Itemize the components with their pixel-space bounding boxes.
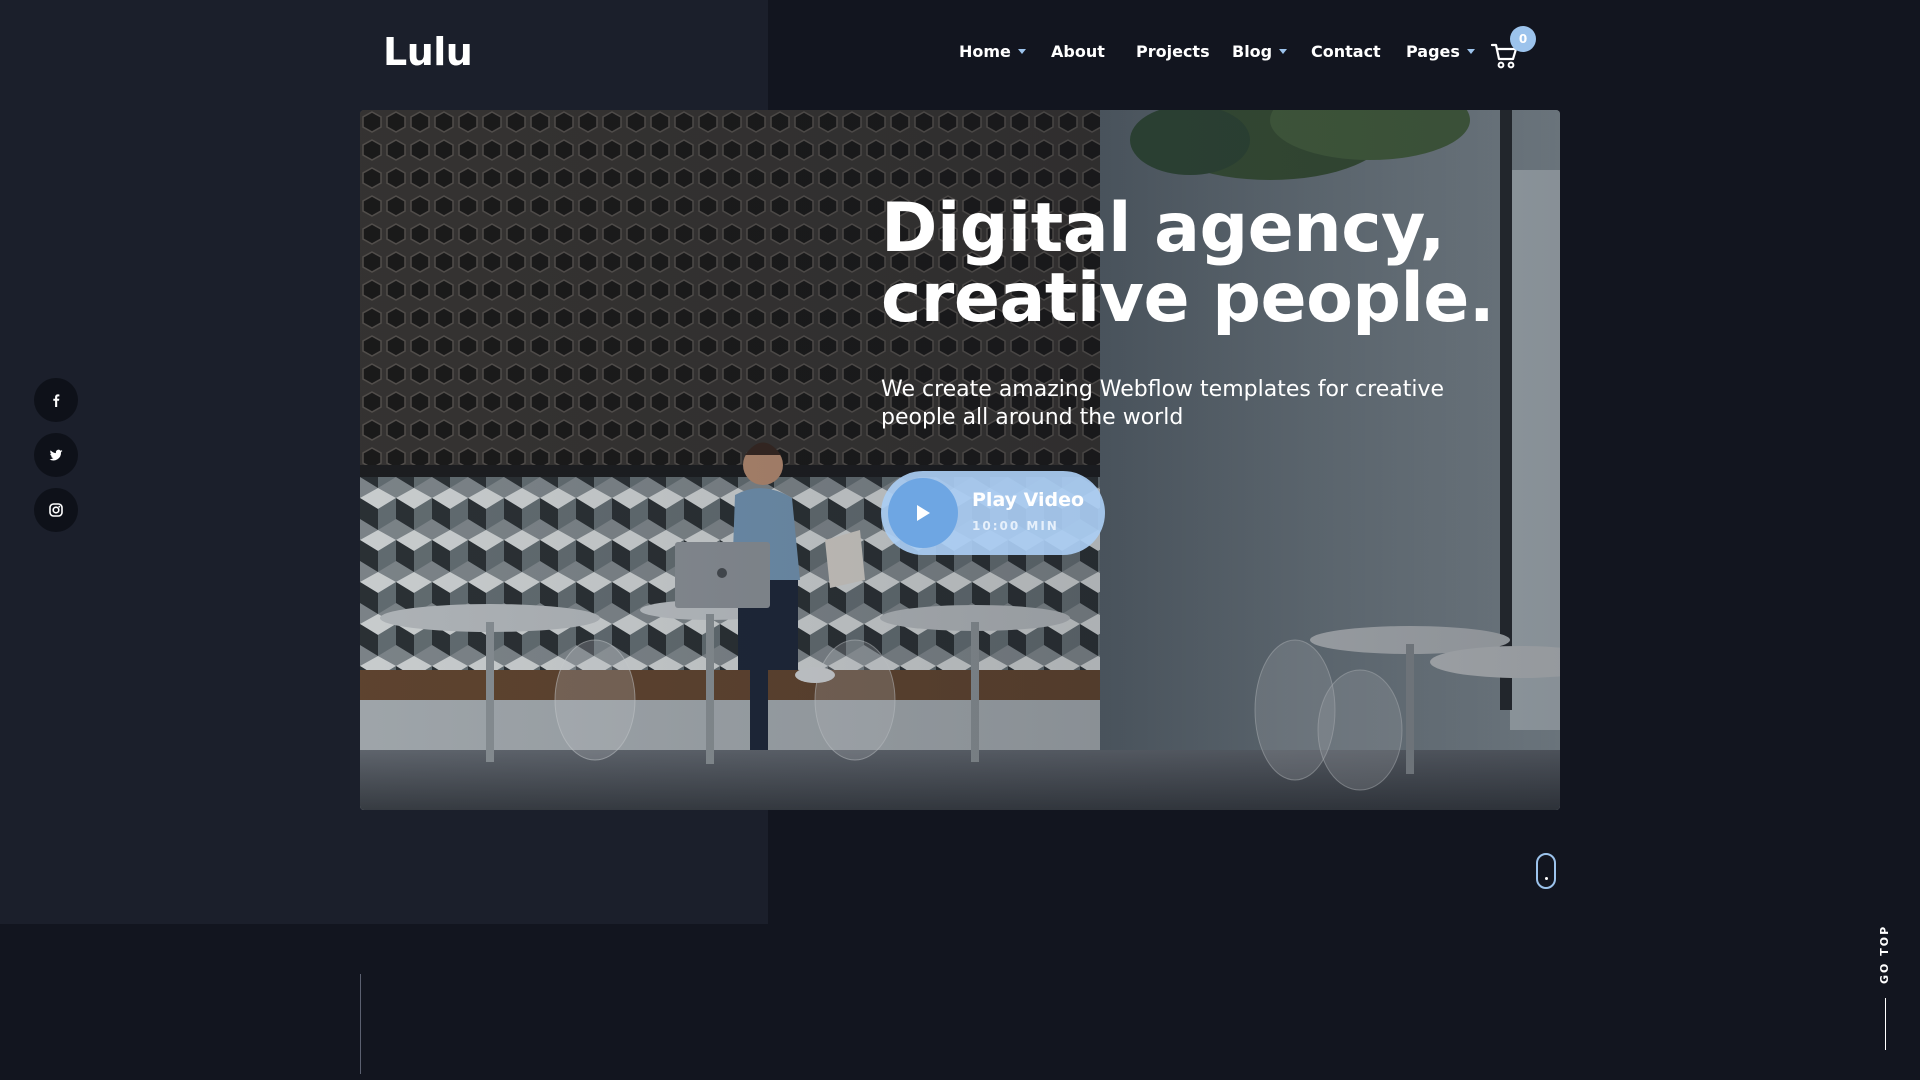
chevron-down-icon <box>1279 49 1288 54</box>
nav-item-pages[interactable]: Pages <box>1406 42 1475 61</box>
nav-item-home[interactable]: Home <box>959 42 1026 61</box>
play-icon <box>888 478 958 548</box>
facebook-icon <box>53 394 60 407</box>
go-top-label: GO TOP <box>1878 924 1891 984</box>
instagram-icon <box>49 503 63 517</box>
nav-item-blog[interactable]: Blog <box>1232 42 1288 61</box>
hero-title: Digital agency, creative people. <box>881 194 1541 334</box>
instagram-link[interactable] <box>34 488 78 532</box>
mouse-scroll-dot <box>1545 877 1548 880</box>
nav-item-about[interactable]: About <box>1051 42 1105 61</box>
play-video-button[interactable]: Play Video 10:00 MIN <box>881 471 1105 555</box>
nav-item-about-label: About <box>1051 42 1105 61</box>
nav-item-home-label: Home <box>959 42 1011 61</box>
hero-title-line-1: Digital agency, <box>881 189 1445 268</box>
go-top-button[interactable]: GO TOP <box>1870 925 1900 1058</box>
nav-item-blog-label: Blog <box>1232 42 1273 61</box>
section-divider-line <box>360 974 361 1074</box>
nav-item-projects[interactable]: Projects <box>1136 42 1210 61</box>
go-top-line <box>1885 998 1886 1050</box>
hero-subtitle: We create amazing Webflow templates for … <box>881 377 1445 430</box>
twitter-icon <box>49 449 63 461</box>
nav-item-contact[interactable]: Contact <box>1311 42 1381 61</box>
chevron-down-icon <box>1466 49 1475 54</box>
page: Lulu Home About Projects Blog Contact Pa… <box>0 0 1920 1080</box>
hero-section: Digital agency, creative people. We crea… <box>360 110 1560 810</box>
facebook-link[interactable] <box>34 378 78 422</box>
logo[interactable]: Lulu <box>383 30 473 74</box>
mouse-scroll-icon[interactable] <box>1536 853 1556 889</box>
nav-item-projects-label: Projects <box>1136 42 1210 61</box>
nav-item-pages-label: Pages <box>1406 42 1460 61</box>
play-video-label: Play Video <box>972 489 1085 511</box>
twitter-link[interactable] <box>34 433 78 477</box>
chevron-down-icon <box>1017 49 1026 54</box>
hero-title-line-2: creative people. <box>881 259 1495 338</box>
nav-item-contact-label: Contact <box>1311 42 1381 61</box>
play-video-duration: 10:00 MIN <box>972 519 1059 533</box>
cart-count-badge: 0 <box>1510 26 1536 52</box>
